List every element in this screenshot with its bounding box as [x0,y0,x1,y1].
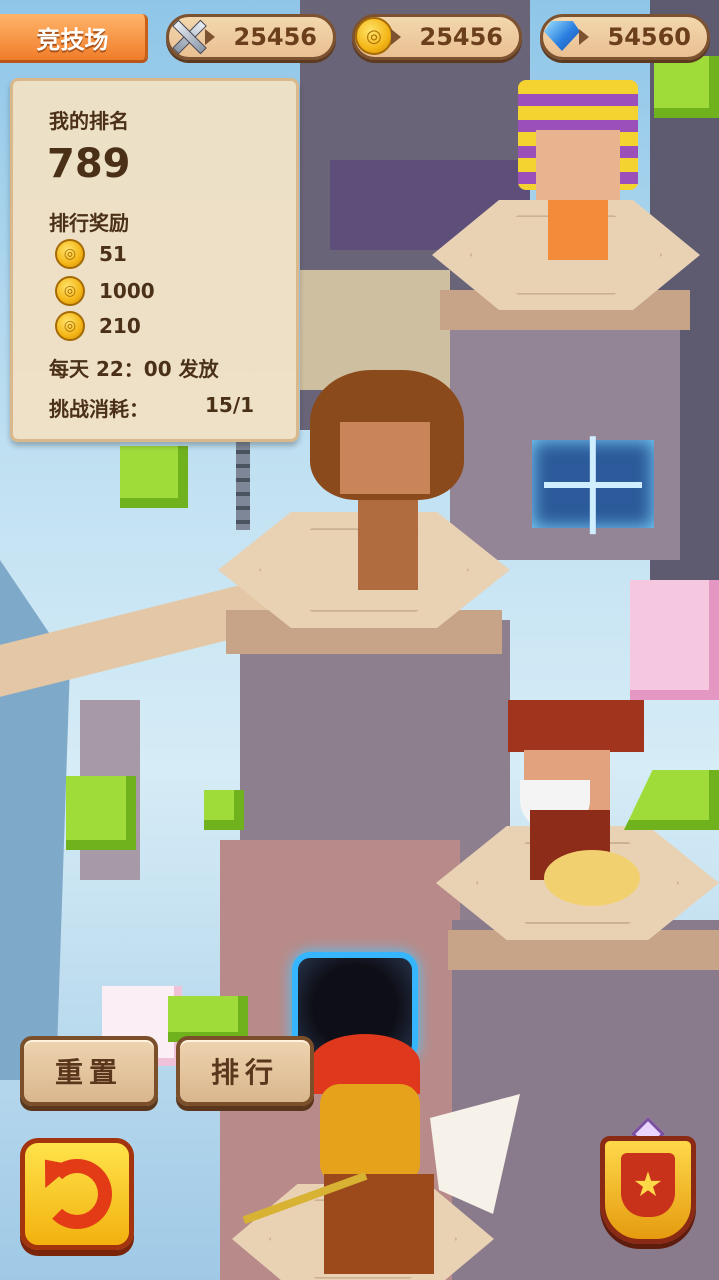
green-cube [654,56,719,118]
caveman-face [340,422,430,494]
gold-coin-icon: ◎ [55,276,85,306]
trophy-icon: ★ [600,1136,696,1244]
resource-gold[interactable]: ◎ 25456 [352,14,522,60]
rune-window [532,440,654,528]
painter-hat [508,700,644,752]
reward-amount: 210 [99,314,141,338]
pharaoh-face [536,130,620,200]
swords-count: 25456 [233,23,318,51]
gold-count: 25456 [419,23,504,51]
gold-coin-icon: ◎ [55,311,85,341]
resource-swords[interactable]: 25456 [166,14,336,60]
green-cube [120,446,188,508]
reward-item: ◎ 210 [55,311,141,341]
pink-cube [630,580,719,700]
challenge-cost-value: 15/1 [205,393,255,417]
my-rank-value: 789 [47,141,131,187]
green-cube [204,790,244,830]
opponent-caveman[interactable] [310,370,470,600]
challenge-cost-label: 挑战消耗： [49,397,149,421]
opponent-painter[interactable] [500,700,650,910]
arena-title: 竞技场 [36,25,109,54]
painter-palette [544,850,640,906]
resource-gems[interactable]: 54560 [540,14,710,60]
star-icon: ★ [621,1153,675,1217]
green-cube [66,776,136,850]
my-rank-label: 我的排名 [49,109,129,133]
chain [236,440,250,530]
spartan-wing [430,1094,520,1214]
opponent-pharaoh[interactable] [508,60,648,260]
ranking-button-label: 排行 [210,1056,279,1089]
daily-release-text: 每天 22：00 发放 [49,357,219,381]
back-arrow-icon [42,1159,112,1229]
gold-coin-icon: ◎ [55,239,85,269]
caveman-body [358,500,418,590]
reward-amount: 1000 [99,279,155,303]
spartan-helmet [320,1084,420,1184]
rewards-label: 排行奖励 [49,211,129,235]
arena-title-tab[interactable]: 竞技场 [0,14,148,60]
ranking-button[interactable]: 排行 [176,1036,314,1106]
reward-amount: 51 [99,242,127,266]
reset-button-label: 重置 [54,1056,123,1089]
pharaoh-body [548,200,608,260]
back-button[interactable] [20,1138,134,1250]
reward-item: ◎ 1000 [55,276,155,306]
reward-item: ◎ 51 [55,239,127,269]
reset-button[interactable]: 重置 [20,1036,158,1106]
trophy-button[interactable]: ★ [592,1117,704,1250]
gem-count: 54560 [607,23,692,51]
rank-info-panel: 我的排名 789 排行奖励 ◎ 51 ◎ 1000 ◎ 210 每天 22：00… [10,78,299,442]
